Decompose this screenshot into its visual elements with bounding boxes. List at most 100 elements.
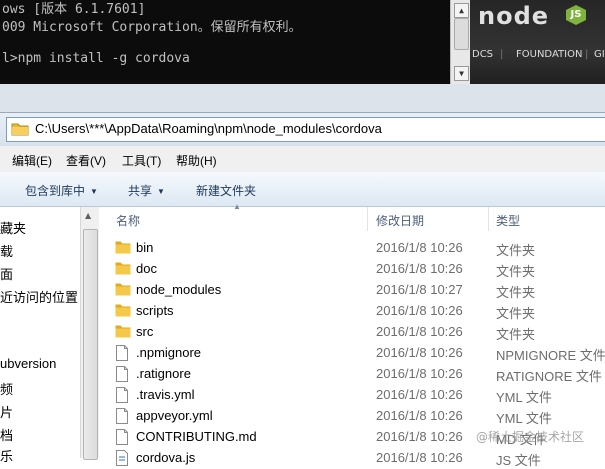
file-name: .travis.yml bbox=[136, 387, 195, 402]
chevron-down-icon: ▼ bbox=[157, 187, 165, 196]
table-row[interactable]: doc 2016/1/8 10:26 文件夹 bbox=[99, 259, 605, 280]
scroll-down-icon[interactable]: ▼ bbox=[454, 66, 469, 81]
scroll-thumb[interactable] bbox=[83, 229, 98, 460]
column-divider[interactable] bbox=[367, 207, 368, 231]
console-line: l>npm install -g cordova bbox=[2, 51, 190, 66]
address-field[interactable]: C:\Users\***\AppData\Roaming\npm\node_mo… bbox=[6, 117, 605, 142]
table-row[interactable]: src 2016/1/8 10:26 文件夹 bbox=[99, 322, 605, 343]
table-row[interactable]: .npmignore 2016/1/8 10:26 NPMIGNORE 文件 bbox=[99, 343, 605, 364]
column-divider[interactable] bbox=[488, 207, 489, 231]
nav-item-documents[interactable]: 档 bbox=[0, 425, 13, 444]
file-type: 文件夹 bbox=[496, 243, 536, 258]
file-date: 2016/1/8 10:26 bbox=[376, 408, 463, 423]
nav-link[interactable]: FOUNDATION bbox=[516, 49, 582, 60]
console-line: 009 Microsoft Corporation。保留所有权利。 bbox=[2, 20, 302, 35]
navigation-pane: 藏夹 载 面 近访问的位置 ubversion 频 片 档 乐 bbox=[0, 207, 80, 464]
column-type[interactable]: 类型 bbox=[496, 212, 520, 229]
folder-icon bbox=[115, 261, 131, 278]
console-scrollbar[interactable]: ▲ ▼ bbox=[450, 0, 470, 84]
file-date: 2016/1/8 10:26 bbox=[376, 345, 463, 360]
watermark: @稀土掘金技术社区 bbox=[476, 430, 585, 444]
file-date: 2016/1/8 10:26 bbox=[376, 261, 463, 276]
menu-edit[interactable]: 编辑(E) bbox=[12, 152, 52, 169]
menu-bar: 编辑(E) 查看(V) 工具(T) 帮助(H) bbox=[0, 146, 605, 172]
address-bar: C:\Users\***\AppData\Roaming\npm\node_mo… bbox=[0, 113, 605, 146]
column-header: ▲ 名称 修改日期 类型 bbox=[99, 202, 605, 235]
nodejs-logo-text: node bbox=[478, 2, 550, 30]
nav-link[interactable]: GI bbox=[594, 49, 605, 60]
file-date: 2016/1/8 10:26 bbox=[376, 303, 463, 318]
menu-tools[interactable]: 工具(T) bbox=[122, 152, 161, 169]
folder-icon bbox=[115, 240, 131, 257]
file-name: appveyor.yml bbox=[136, 408, 213, 423]
nav-separator: | bbox=[585, 49, 589, 60]
file-type: YML 文件 bbox=[496, 390, 552, 405]
file-name: scripts bbox=[136, 303, 174, 318]
file-icon bbox=[115, 408, 129, 427]
console-window[interactable]: ows [版本 6.1.7601] 009 Microsoft Corporat… bbox=[0, 0, 470, 84]
file-icon bbox=[115, 345, 129, 364]
new-folder-button[interactable]: 新建文件夹 bbox=[196, 182, 256, 199]
script-file-icon bbox=[115, 450, 129, 469]
file-date: 2016/1/8 10:26 bbox=[376, 450, 463, 465]
nav-item-videos[interactable]: 频 bbox=[0, 379, 13, 398]
file-date: 2016/1/8 10:26 bbox=[376, 240, 463, 255]
include-library-button[interactable]: 包含到库中 ▼ bbox=[25, 182, 98, 199]
file-type: NPMIGNORE 文件 bbox=[496, 348, 605, 363]
nav-item-downloads[interactable]: 载 bbox=[0, 241, 13, 260]
command-bar: 包含到库中 ▼ 共享 ▼ 新建文件夹 bbox=[0, 172, 605, 207]
file-icon bbox=[115, 366, 129, 385]
nodejs-website: node JS DCS | FOUNDATION | GI bbox=[470, 0, 605, 84]
background-strip bbox=[0, 84, 605, 112]
file-type: 文件夹 bbox=[496, 306, 536, 321]
file-name: .npmignore bbox=[136, 345, 202, 360]
scroll-up-icon[interactable]: ▲ bbox=[454, 3, 469, 18]
file-date: 2016/1/8 10:26 bbox=[376, 429, 463, 444]
file-icon bbox=[115, 387, 129, 406]
file-name: cordova.js bbox=[136, 450, 196, 465]
folder-icon bbox=[115, 324, 131, 341]
nav-item-recent-places[interactable]: 近访问的位置 bbox=[0, 287, 78, 306]
file-date: 2016/1/8 10:26 bbox=[376, 366, 463, 381]
nodejs-logo-icon: JS bbox=[566, 5, 586, 25]
table-row[interactable]: .travis.yml 2016/1/8 10:26 YML 文件 bbox=[99, 385, 605, 406]
share-button[interactable]: 共享 ▼ bbox=[128, 182, 165, 199]
table-row[interactable]: node_modules 2016/1/8 10:27 文件夹 bbox=[99, 280, 605, 301]
share-label: 共享 bbox=[128, 184, 153, 198]
chevron-down-icon: ▼ bbox=[90, 187, 98, 196]
scroll-up-icon[interactable]: ▲ bbox=[85, 211, 91, 220]
include-library-label: 包含到库中 bbox=[25, 184, 86, 198]
file-type: JS 文件 bbox=[496, 453, 541, 468]
scroll-thumb[interactable] bbox=[454, 18, 469, 50]
table-row[interactable]: scripts 2016/1/8 10:26 文件夹 bbox=[99, 301, 605, 322]
nav-item-favorites[interactable]: 藏夹 bbox=[0, 218, 26, 237]
file-type: 文件夹 bbox=[496, 285, 536, 300]
nav-link[interactable]: DCS bbox=[472, 49, 493, 60]
file-icon bbox=[115, 429, 129, 448]
table-row[interactable]: .ratignore 2016/1/8 10:26 RATIGNORE 文件 bbox=[99, 364, 605, 385]
nav-item-music[interactable]: 乐 bbox=[0, 446, 13, 465]
file-date: 2016/1/8 10:26 bbox=[376, 387, 463, 402]
file-type: RATIGNORE 文件 bbox=[496, 369, 602, 384]
navigation-scrollbar[interactable]: ▲ bbox=[80, 207, 100, 460]
file-type: YML 文件 bbox=[496, 411, 552, 426]
nav-item-pictures[interactable]: 片 bbox=[0, 402, 13, 421]
column-name[interactable]: 名称 bbox=[116, 212, 140, 229]
nav-item-subversion[interactable]: ubversion bbox=[0, 356, 56, 371]
file-name: src bbox=[136, 324, 154, 339]
table-row[interactable]: appveyor.yml 2016/1/8 10:26 YML 文件 bbox=[99, 406, 605, 427]
console-line: ows [版本 6.1.7601] bbox=[2, 2, 146, 17]
explorer-window: C:\Users\***\AppData\Roaming\npm\node_mo… bbox=[0, 112, 605, 468]
folder-icon bbox=[115, 303, 131, 320]
file-name: .ratignore bbox=[136, 366, 191, 381]
column-date[interactable]: 修改日期 bbox=[376, 212, 424, 229]
address-path: C:\Users\***\AppData\Roaming\npm\node_mo… bbox=[35, 121, 382, 136]
menu-view[interactable]: 查看(V) bbox=[66, 152, 106, 169]
menu-help[interactable]: 帮助(H) bbox=[176, 152, 217, 169]
table-row[interactable]: bin 2016/1/8 10:26 文件夹 bbox=[99, 238, 605, 259]
table-row[interactable]: cordova.js 2016/1/8 10:26 JS 文件 bbox=[99, 448, 605, 469]
file-type: 文件夹 bbox=[496, 264, 536, 279]
nav-item-desktop[interactable]: 面 bbox=[0, 264, 13, 283]
file-name: node_modules bbox=[136, 282, 222, 297]
file-date: 2016/1/8 10:27 bbox=[376, 282, 463, 297]
